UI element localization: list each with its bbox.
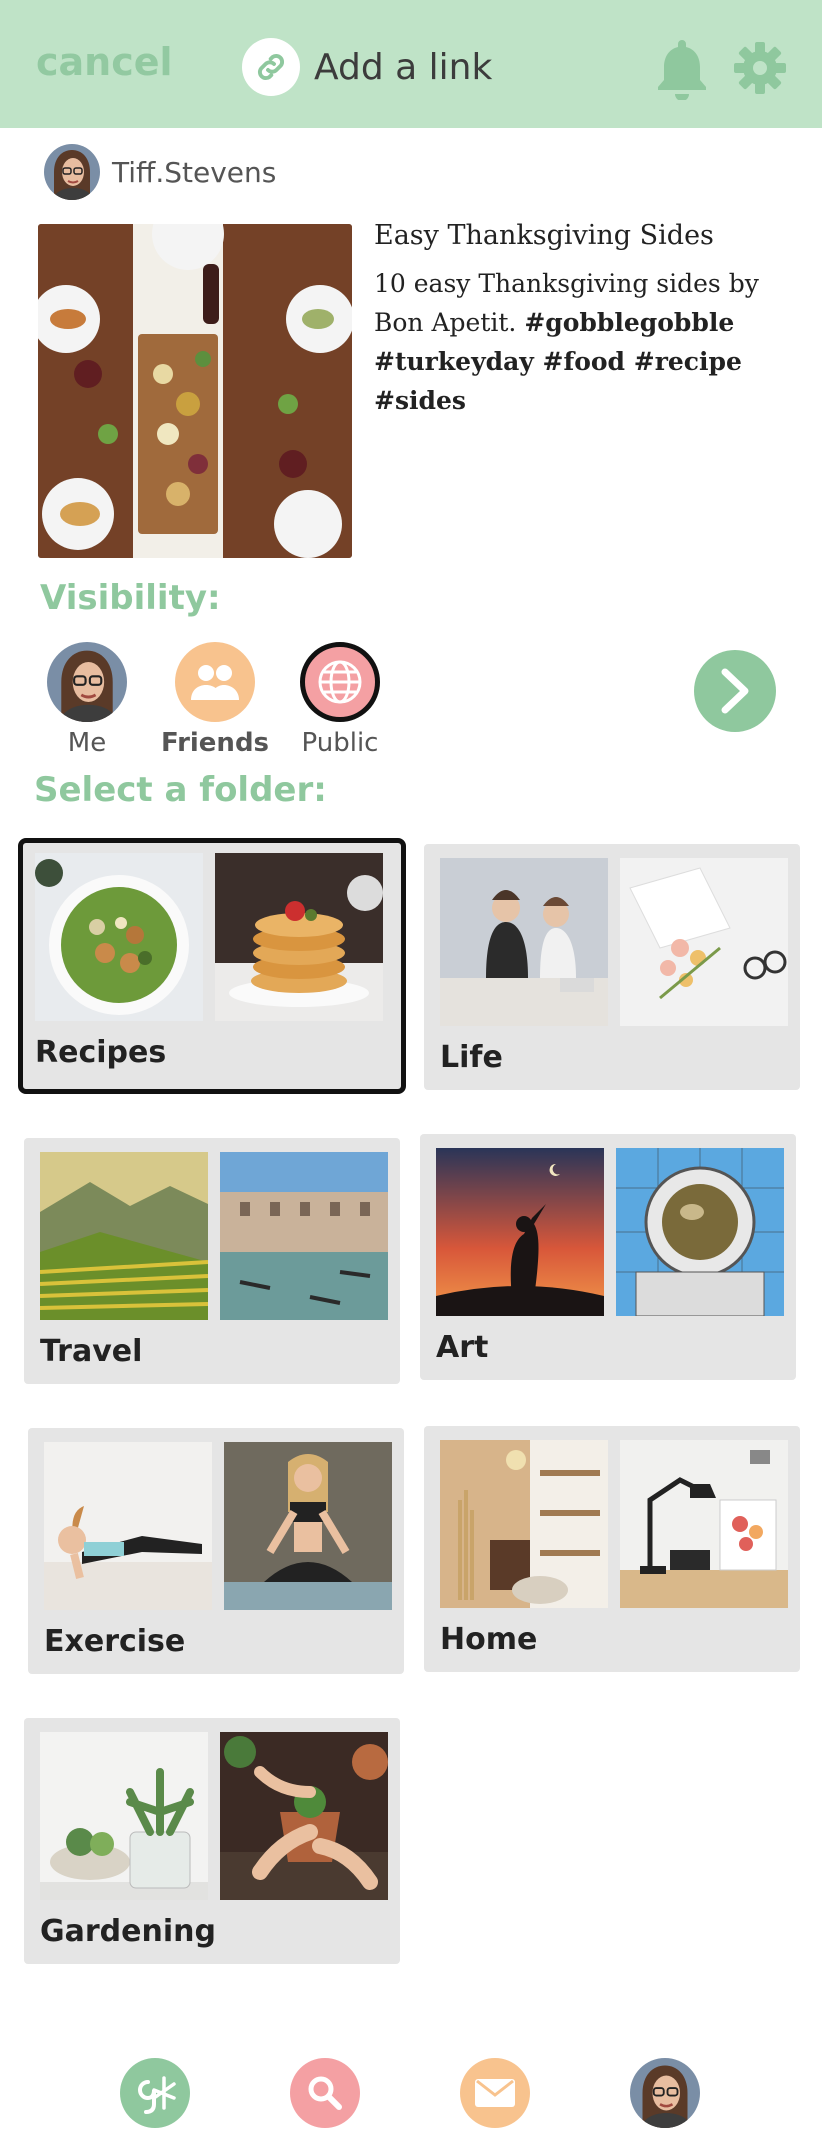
gardening-thumb-2 [220,1732,388,1900]
folder-name: Exercise [44,1624,186,1659]
post-title: Easy Thanksgiving Sides [374,220,714,251]
select-folder-label: Select a folder: [34,770,327,810]
link-icon [242,38,300,96]
exercise-thumb-2 [224,1442,392,1610]
folder-name: Gardening [40,1914,216,1949]
recipes-thumb-2 [215,853,383,1021]
travel-thumb-2 [220,1152,388,1320]
folder-name: Home [440,1622,538,1657]
folder-name: Recipes [35,1035,167,1070]
visibility-label: Visibility: [40,578,221,618]
exercise-thumb-1 [44,1442,212,1610]
folder-name: Art [436,1330,489,1365]
username[interactable]: Tiff.Stevens [112,156,276,189]
cancel-button[interactable]: cancel [36,40,173,84]
folder-recipes[interactable]: Recipes [18,838,406,1094]
add-link-label: Add a link [314,46,493,88]
search-icon [308,2076,342,2110]
chevron-right-icon [721,668,749,714]
mail-icon [475,2079,515,2107]
user-avatar[interactable] [44,144,100,200]
art-thumb-1 [436,1148,604,1316]
visibility-me-label: Me [67,728,107,758]
post-description: 10 easy Thanksgiving sides by Bon Apetit… [374,264,774,420]
mail-button[interactable] [460,2058,530,2128]
folder-gardening[interactable]: Gardening [24,1718,400,1964]
add-link-button[interactable]: Add a link [242,38,492,96]
travel-thumb-1 [40,1152,208,1320]
visibility-friends-label: Friends [160,728,270,758]
me-avatar [47,642,127,722]
friends-icon [175,642,255,722]
visibility-option-friends[interactable]: Friends [160,642,270,758]
search-button[interactable] [290,2058,360,2128]
life-thumb-2 [620,858,788,1026]
profile-avatar[interactable] [630,2058,700,2128]
folder-travel[interactable]: Travel [24,1138,400,1384]
home-logo-icon [138,2076,176,2114]
visibility-public-label: Public [301,728,379,758]
art-thumb-2 [616,1148,784,1316]
folder-art[interactable]: Art [420,1134,796,1380]
gear-icon[interactable] [732,40,788,96]
life-thumb-1 [440,858,608,1026]
home-thumb-2 [620,1440,788,1608]
visibility-option-public[interactable]: Public [285,642,395,758]
next-button[interactable] [694,650,776,732]
folder-life[interactable]: Life [424,844,800,1090]
folder-home[interactable]: Home [424,1426,800,1672]
home-thumb-1 [440,1440,608,1608]
globe-icon [300,642,380,722]
folder-name: Travel [40,1334,143,1369]
folder-exercise[interactable]: Exercise [28,1428,404,1674]
bell-icon[interactable] [654,36,710,101]
home-logo-button[interactable] [120,2058,190,2128]
folder-name: Life [440,1040,503,1075]
top-bar: cancel Add a link [0,0,822,128]
post-image [38,224,352,558]
gardening-thumb-1 [40,1732,208,1900]
visibility-option-me[interactable]: Me [32,642,142,758]
recipes-thumb-1 [35,853,203,1021]
